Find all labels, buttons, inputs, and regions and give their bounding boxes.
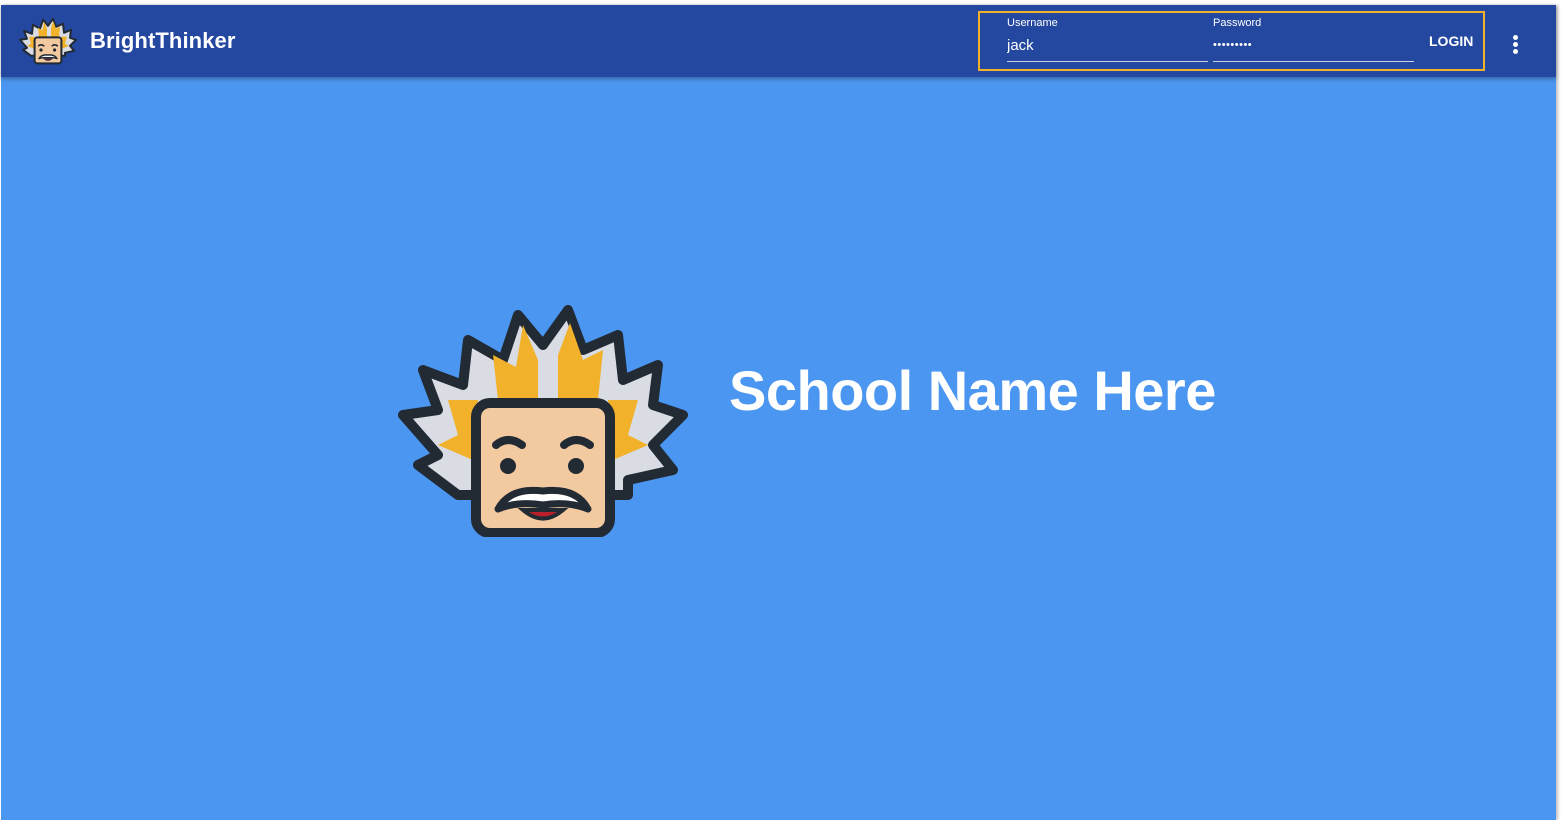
password-label: Password: [1213, 17, 1262, 29]
username-label: Username: [1007, 17, 1058, 29]
password-input[interactable]: [1213, 34, 1410, 56]
einstein-mascot-icon: [19, 17, 77, 65]
school-name-heading: School Name Here: [729, 359, 1216, 422]
einstein-mascot-icon: [398, 305, 688, 537]
login-form: Username Password LOGIN: [978, 11, 1485, 71]
login-button[interactable]: LOGIN: [1429, 33, 1473, 49]
more-vertical-icon[interactable]: [1502, 29, 1530, 57]
brand[interactable]: BrightThinker: [19, 15, 236, 67]
dot: [1513, 35, 1518, 40]
app-window: BrightThinker Username Password LOGIN: [1, 5, 1556, 820]
dot: [1513, 49, 1518, 54]
top-app-bar: BrightThinker Username Password LOGIN: [1, 5, 1556, 77]
username-field[interactable]: Username: [1007, 17, 1208, 62]
password-field[interactable]: Password: [1213, 17, 1414, 62]
username-input[interactable]: [1007, 34, 1204, 56]
app-name: BrightThinker: [90, 28, 236, 53]
dot: [1513, 42, 1518, 47]
